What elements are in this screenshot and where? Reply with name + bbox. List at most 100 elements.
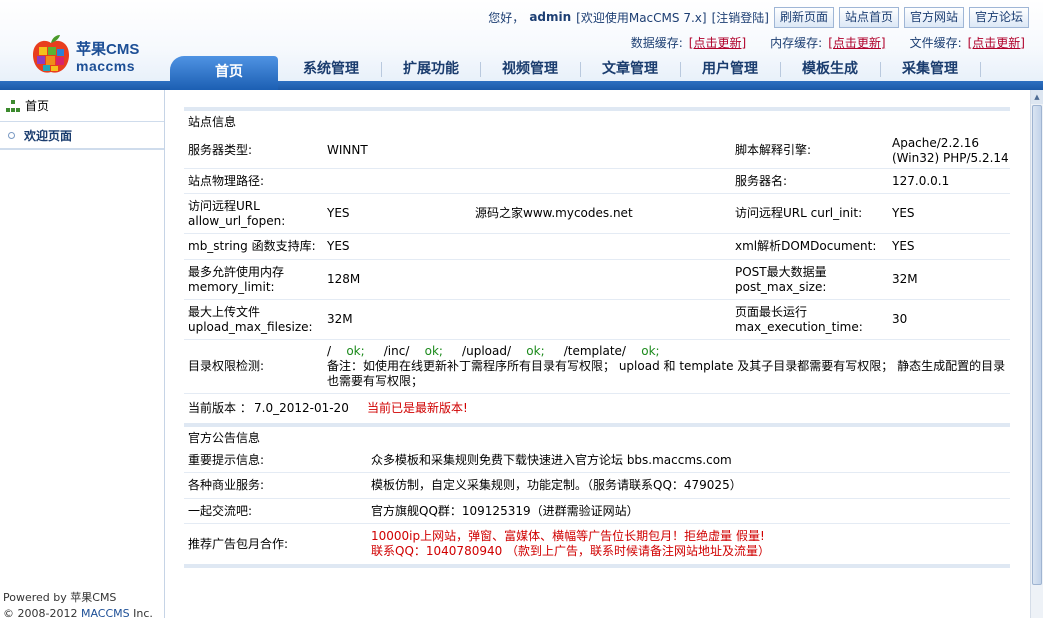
memory-cache-label: 内存缓存: (770, 36, 823, 50)
info-value: WINNT (327, 143, 368, 157)
vertical-scrollbar[interactable]: ▲ (1030, 90, 1043, 618)
info-value: YES (327, 239, 350, 253)
tab-home[interactable]: 首页 (170, 56, 278, 90)
tab-collect[interactable]: 采集管理 (880, 59, 980, 79)
tab-templates[interactable]: 模板生成 (780, 59, 880, 79)
site-home-button[interactable]: 站点首页 (838, 6, 899, 28)
info-note: 源码之家www.mycodes.net (475, 206, 633, 220)
sidebar-item-welcome[interactable]: 欢迎页面 (0, 122, 164, 150)
info-key: 站点物理路径: (188, 173, 265, 188)
data-cache-label: 数据缓存: (630, 36, 683, 50)
info-key: 脚本解释引擎: (735, 143, 812, 157)
info-value: 官方旗舰QQ群：109125319（进群需验证网站） (371, 503, 639, 518)
table-row: 一起交流吧: 官方旗舰QQ群：109125319（进群需验证网站） (184, 499, 1010, 524)
scroll-thumb[interactable] (1032, 105, 1042, 585)
info-key: 访问远程URL allow_url_fopen: (188, 198, 286, 228)
sidebar-item-label: 欢迎页面 (24, 128, 73, 143)
tab-system[interactable]: 系统管理 (281, 59, 381, 79)
announce-heading: 官方公告信息 (184, 423, 1010, 449)
permission-dirs: / ok; /inc/ ok; /upload/ ok; /template/ … (327, 344, 1007, 359)
info-value: YES (327, 206, 350, 220)
dir-path: / (327, 344, 332, 358)
dir-path: /template/ (563, 344, 626, 358)
nav-bar-strip (0, 81, 1043, 90)
version-value: 7.0_2012-01-20 (254, 400, 349, 415)
info-value: 127.0.0.1 (892, 173, 950, 188)
official-site-button[interactable]: 官方网站 (903, 6, 964, 28)
permission-row: 目录权限检测: / ok; /inc/ ok; /upload/ ok; /te… (184, 340, 1010, 394)
info-key: 服务器名: (735, 173, 788, 188)
dir-path: /inc/ (383, 344, 410, 358)
info-value: 众多模板和采集规则免费下载快速进入官方论坛 bbs.maccms.com (371, 453, 732, 467)
sidebar-home[interactable]: 首页 (0, 90, 164, 122)
info-key: 页面最长运行 max_execution_time: (735, 304, 863, 334)
header: 苹果CMS maccms 您好， admin [欢迎使用MacCMS 7.x] [… (0, 0, 1043, 90)
info-value: YES (892, 239, 915, 253)
official-forum-button[interactable]: 官方论坛 (968, 6, 1029, 28)
refresh-page-button[interactable]: 刷新页面 (773, 6, 834, 28)
welcome-text: [欢迎使用MacCMS 7.x] (576, 10, 707, 25)
version-row: 当前版本 ： 7.0_2012-01-20 当前已是最新版本! (184, 394, 1010, 422)
info-value: 32M (892, 272, 918, 286)
table-row: 服务器类型: WINNT 脚本解释引擎: Apache/2.2.16 (Win3… (184, 133, 1010, 169)
table-row: 重要提示信息: 众多模板和采集规则免费下载快速进入官方论坛 bbs.maccms… (184, 449, 1010, 473)
footer-inc: Inc. (129, 607, 153, 620)
tree-icon (5, 98, 21, 114)
dir-status: ok; (346, 344, 365, 358)
tab-video[interactable]: 视频管理 (480, 59, 580, 79)
table-bottom-border (184, 564, 1010, 568)
info-value: 30 (892, 312, 908, 326)
username: admin (529, 10, 572, 24)
table-row: 最大上传文件 upload_max_filesize: 32M 页面最长运行 m… (184, 300, 1010, 340)
sidebar-home-label: 首页 (25, 99, 50, 113)
info-key: 一起交流吧: (188, 503, 253, 518)
tab-extensions[interactable]: 扩展功能 (381, 59, 481, 79)
info-key: 重要提示信息: (188, 453, 265, 467)
sidebar-footer: Powered by 苹果CMS © 2008-2012 MACCMS Inc. (3, 590, 153, 622)
table-row: mb_string 函数支持库: YES xml解析DOMDocument: Y… (184, 234, 1010, 260)
ad-line-2: 联系QQ：1040780940 （款到上广告，联系时候请备注网站地址及流量） (371, 544, 771, 558)
permission-note: 备注：如使用在线更新补丁需程序所有目录有写权限； upload 和 templa… (327, 359, 1006, 388)
table-row: 最多允許使用内存 memory_limit: 128M POST最大数据量 po… (184, 260, 1010, 300)
info-key: 目录权限检测: (188, 359, 265, 373)
tab-users[interactable]: 用户管理 (680, 59, 780, 79)
footer-powered-text: Powered by (3, 591, 71, 604)
bullet-icon (8, 131, 15, 139)
scroll-up-arrow-icon[interactable]: ▲ (1031, 90, 1043, 104)
memory-cache-refresh-link[interactable]: [点击更新] (828, 34, 885, 51)
info-value: 128M (327, 272, 361, 286)
info-key: mb_string 函数支持库: (188, 239, 316, 253)
footer-copyright: © 2008-2012 (3, 607, 81, 620)
info-key: 各种商业服务: (188, 478, 265, 492)
main-content: 站点信息 服务器类型: WINNT 脚本解释引擎: Apache/2.2.16 … (166, 90, 1030, 618)
cache-bar: 数据缓存: [点击更新] 内存缓存: [点击更新] 文件缓存: [点击更新] (631, 34, 1025, 51)
data-cache-refresh-link[interactable]: [点击更新] (689, 34, 746, 51)
table-row: 站点物理路径: 服务器名: 127.0.0.1 (184, 169, 1010, 194)
info-key: POST最大数据量 post_max_size: (735, 264, 827, 294)
dir-path: /upload/ (462, 344, 512, 358)
ad-row: 推荐广告包月合作: 10000ip上网站，弹窗、富媒体、横幅等广告位长期包月！拒… (184, 524, 1010, 564)
info-value: Apache/2.2.16 (Win32) PHP/5.2.14 (892, 135, 1009, 165)
logout-link[interactable]: [注销登陆] (712, 9, 769, 26)
info-key: 访问远程URL curl_init: (735, 206, 863, 220)
footer-brand: 苹果CMS (70, 591, 117, 604)
ad-line-1: 10000ip上网站，弹窗、富媒体、横幅等广告位长期包月！拒绝虚量 假量! (371, 529, 765, 543)
greeting-text: 您好， (488, 10, 525, 25)
sidebar: 首页 欢迎页面 Powered by 苹果CMS © 2008-2012 MAC… (0, 90, 165, 620)
main-nav: 首页 系统管理 扩展功能 视频管理 文章管理 用户管理 模板生成 采集管理 (0, 54, 1043, 90)
footer-maccms-link[interactable]: MACCMS (81, 607, 130, 620)
version-status: 当前已是最新版本! (367, 400, 468, 415)
info-key: xml解析DOMDocument: (735, 239, 877, 253)
file-cache-label: 文件缓存: (909, 36, 962, 50)
info-key: 最大上传文件 upload_max_filesize: (188, 304, 313, 334)
info-key: 服务器类型: (188, 143, 253, 157)
file-cache-refresh-link[interactable]: [点击更新] (968, 34, 1025, 51)
info-value: 模板仿制，自定义采集规则，功能定制。（服务请联系QQ：479025） (371, 478, 742, 492)
table-row: 访问远程URL allow_url_fopen: YES 源码之家www.myc… (184, 194, 1010, 234)
tab-articles[interactable]: 文章管理 (580, 59, 680, 79)
table-row: 各种商业服务: 模板仿制，自定义采集规则，功能定制。（服务请联系QQ：47902… (184, 473, 1010, 499)
dir-status: ok; (424, 344, 443, 358)
top-user-bar: 您好， admin [欢迎使用MacCMS 7.x] [注销登陆] 刷新页面 站点… (488, 6, 1029, 28)
dir-status: ok; (526, 344, 545, 358)
site-info-heading: 站点信息 (184, 107, 1010, 133)
